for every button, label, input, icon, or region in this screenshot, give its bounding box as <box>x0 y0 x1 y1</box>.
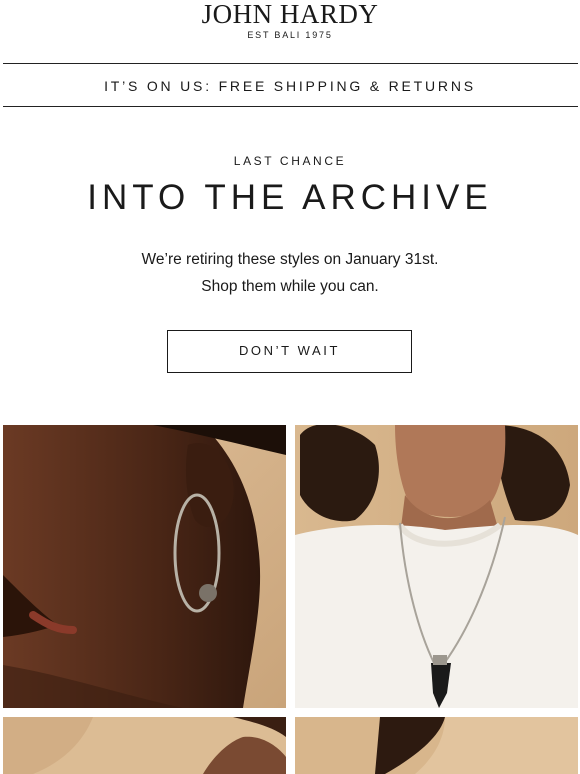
email-header: JOHN HARDY EST BALI 1975 <box>0 0 580 62</box>
bottom-right-photo[interactable] <box>295 717 578 774</box>
woman-earring-photo[interactable] <box>3 425 286 708</box>
page-title: INTO THE ARCHIVE <box>87 178 493 217</box>
bottom-right-image <box>295 717 578 774</box>
promo-banner[interactable]: IT’S ON US: FREE SHIPPING & RETURNS <box>0 78 580 94</box>
body-line-2: Shop them while you can. <box>201 278 379 295</box>
man-necklace-photo[interactable] <box>295 425 578 708</box>
bottom-left-image <box>3 717 286 774</box>
brand-logo[interactable]: JOHN HARDY <box>0 0 580 28</box>
brand-tagline: EST BALI 1975 <box>247 30 333 40</box>
body-line-1: We’re retiring these styles on January 3… <box>141 251 439 268</box>
hair-left <box>300 425 379 522</box>
bottom-left-photo[interactable] <box>3 717 286 774</box>
divider-bottom <box>3 106 578 107</box>
dont-wait-button[interactable]: DON’T WAIT <box>167 330 412 373</box>
man-necklace-image <box>295 425 578 708</box>
body-copy: We’re retiring these styles on January 3… <box>0 246 580 300</box>
eyebrow-text: LAST CHANCE <box>233 154 347 168</box>
divider-top <box>3 63 578 64</box>
pearl-drop <box>199 584 217 602</box>
woman-earring-image <box>3 425 286 708</box>
